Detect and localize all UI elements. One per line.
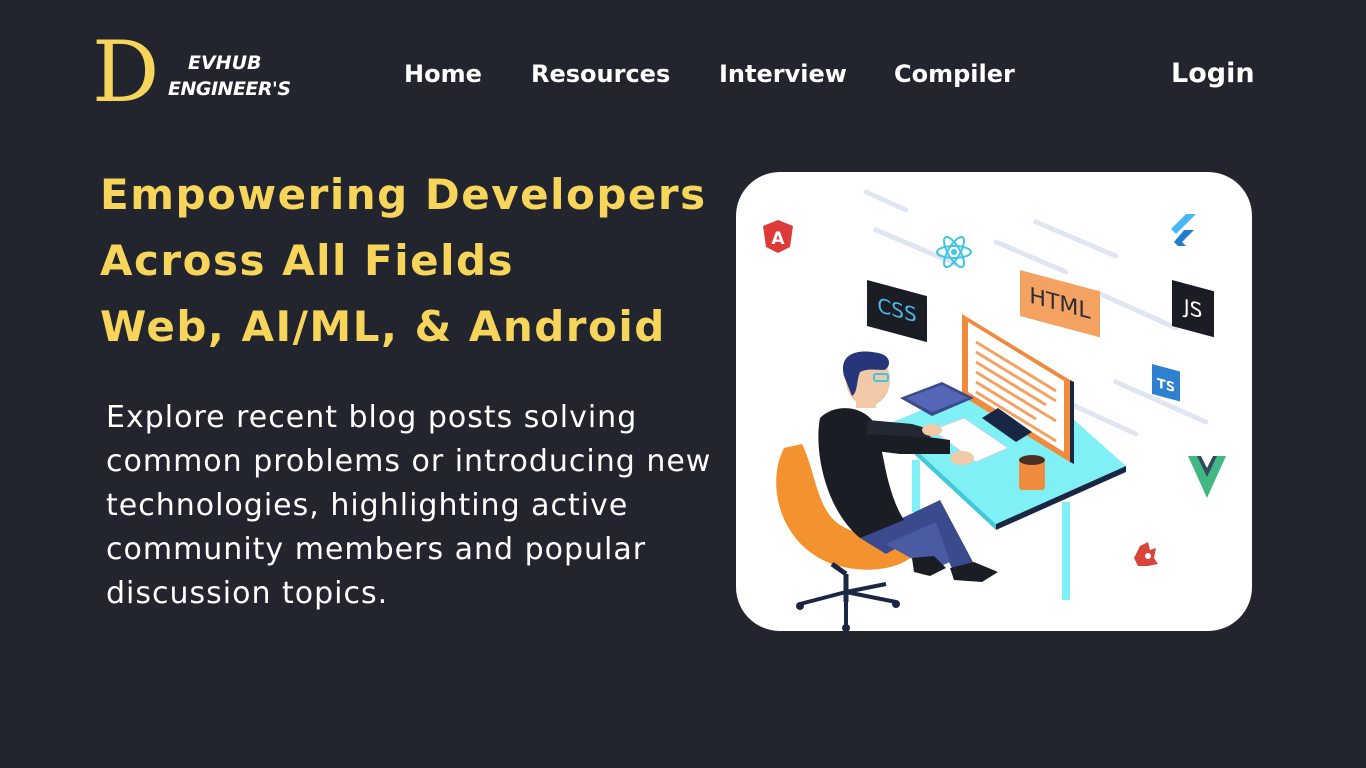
logo-text-line1: EVHUB [188,52,262,74]
login-button[interactable]: Login [1171,58,1255,89]
coffee-mug [1019,455,1045,490]
vue-icon [1188,456,1226,498]
typescript-icon: TS [1152,364,1180,402]
logo-letter: D [92,23,160,121]
nav-interview-link[interactable]: Interview [719,60,847,88]
hero-headline: Empowering Developers Across All Fields … [100,162,740,360]
css-card: CSS [867,280,927,343]
landing-page: D EVHUB ENGINEER'S Home Resources Interv… [0,0,1366,768]
nav-home-link[interactable]: Home [404,60,482,88]
svg-text:A: A [771,229,785,249]
hero-headline-line2: Across All Fields [100,236,515,285]
logo-text-line2: ENGINEER'S [168,78,291,100]
brand-logo[interactable]: D EVHUB ENGINEER'S [92,30,302,114]
developer-illustration: A CSS HTML JS TS [763,189,1226,631]
angular-icon: A [763,220,793,253]
nav-resources-link[interactable]: Resources [531,60,670,88]
hero-headline-line1: Empowering Developers [100,170,707,219]
flutter-icon [1171,214,1196,246]
nav-compiler-link[interactable]: Compiler [894,60,1015,88]
developer-illustration-card: A CSS HTML JS TS [736,172,1252,631]
hero-description: Explore recent blog posts solving common… [106,400,712,611]
hero-headline-line3: Web, AI/ML, & Android [100,302,666,351]
svelte-icon [1134,542,1158,566]
html-card: HTML [1020,270,1100,338]
